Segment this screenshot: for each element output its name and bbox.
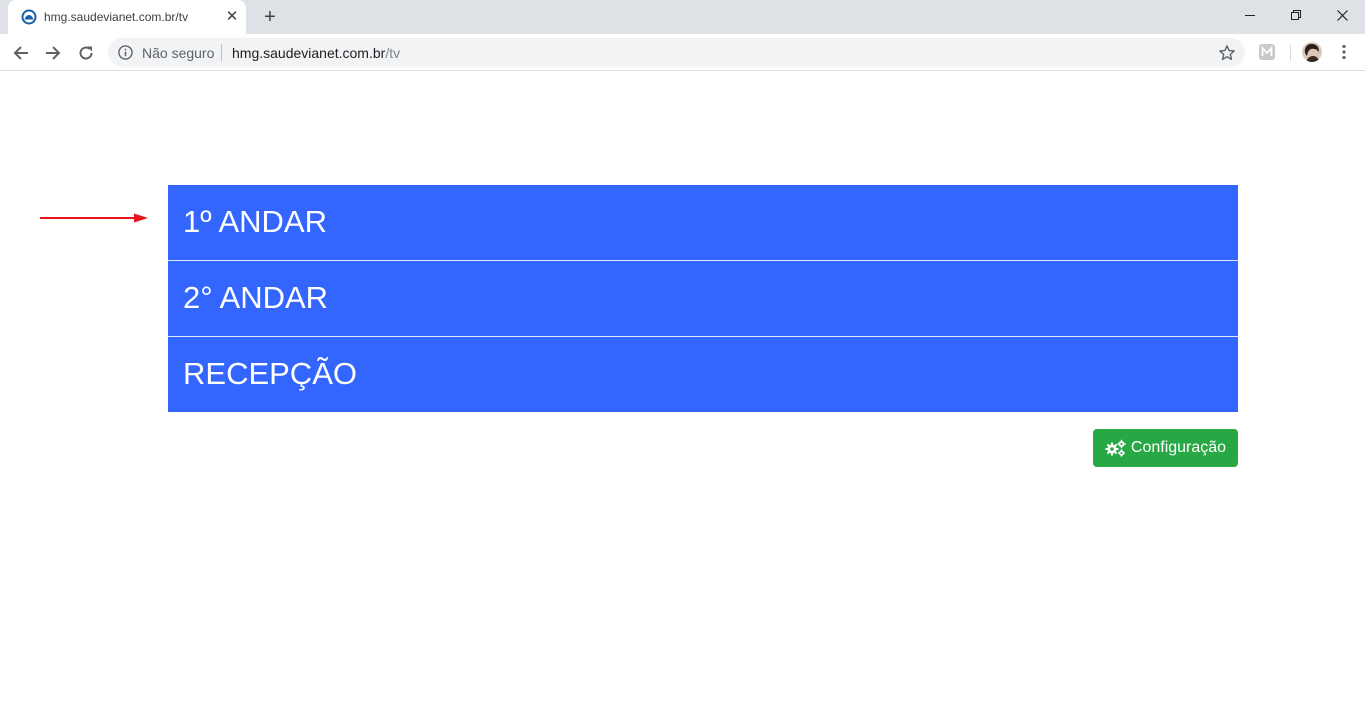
minimize-button[interactable] — [1227, 0, 1273, 30]
omnibox-divider — [221, 44, 222, 61]
floor-item-2-andar[interactable]: 2° ANDAR — [168, 261, 1238, 337]
url-path: /tv — [385, 45, 401, 61]
configuration-button[interactable]: Configuração — [1093, 429, 1238, 467]
toolbar-divider — [1290, 44, 1291, 61]
tab-close-icon[interactable]: ✕ — [224, 9, 240, 25]
extension-icon[interactable] — [1258, 43, 1276, 61]
arrow-left-icon — [13, 46, 28, 60]
reload-button[interactable] — [74, 41, 98, 65]
new-tab-button[interactable]: + — [260, 7, 280, 27]
close-icon — [1336, 9, 1348, 21]
url-text[interactable]: hmg.saudevianet.com.br/tv — [232, 45, 400, 61]
kebab-menu-icon[interactable] — [1337, 43, 1351, 61]
browser-toolbar: Não seguro hmg.saudevianet.com.br/tv — [0, 34, 1365, 71]
floor-item-1-andar[interactable]: 1º ANDAR — [168, 185, 1238, 261]
restore-icon — [1291, 10, 1301, 20]
arrow-right-icon — [46, 46, 61, 60]
close-window-button[interactable] — [1319, 0, 1365, 30]
annotation-arrow-icon — [40, 213, 148, 223]
tab-title: hmg.saudevianet.com.br/tv — [44, 10, 189, 24]
bookmark-star-icon[interactable] — [1218, 44, 1236, 62]
restore-button[interactable] — [1273, 0, 1319, 30]
gears-icon — [1105, 439, 1126, 457]
floor-list: 1º ANDAR 2° ANDAR RECEPÇÃO — [168, 185, 1238, 412]
url-host: hmg.saudevianet.com.br — [232, 45, 386, 61]
back-button[interactable] — [9, 41, 33, 65]
floor-item-recepcao[interactable]: RECEPÇÃO — [168, 337, 1238, 412]
address-bar[interactable]: Não seguro hmg.saudevianet.com.br/tv — [108, 38, 1245, 67]
profile-avatar-icon[interactable] — [1302, 42, 1322, 62]
tab-strip: hmg.saudevianet.com.br/tv ✕ + — [0, 0, 1365, 34]
security-label[interactable]: Não seguro — [142, 45, 214, 61]
info-icon[interactable] — [118, 45, 133, 60]
forward-button[interactable] — [41, 41, 65, 65]
minimize-icon — [1245, 15, 1255, 16]
configuration-button-label: Configuração — [1130, 439, 1227, 456]
reload-icon — [79, 46, 93, 60]
site-favicon-icon — [21, 9, 37, 25]
browser-tab[interactable]: hmg.saudevianet.com.br/tv ✕ — [8, 0, 246, 34]
